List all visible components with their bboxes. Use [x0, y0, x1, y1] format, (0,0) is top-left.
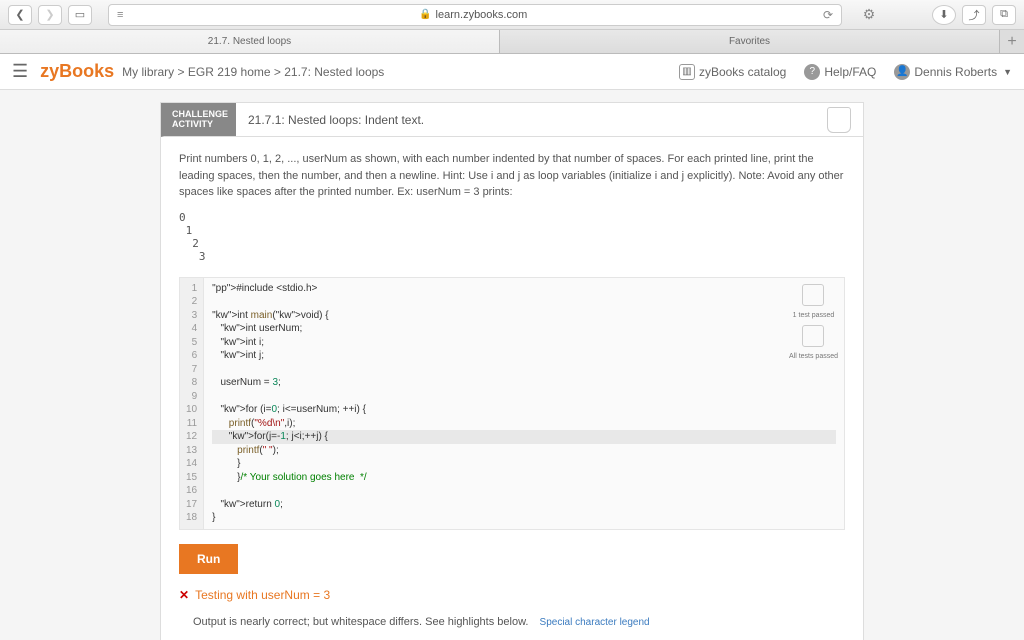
url-text: learn.zybooks.com — [436, 9, 528, 21]
share-icon[interactable]: ⤴ — [962, 5, 986, 25]
output-message: Output is nearly correct; but whitespace… — [179, 616, 845, 628]
tab-nested-loops[interactable]: 21.7. Nested loops — [0, 30, 500, 53]
tab-strip: 21.7. Nested loops Favorites + — [0, 30, 1024, 54]
badge-one-test — [802, 284, 824, 306]
run-button[interactable]: Run — [179, 544, 238, 574]
code-editor[interactable]: 123456789101112131415161718 "pp">#includ… — [179, 277, 845, 530]
catalog-link[interactable]: ▥zyBooks catalog — [679, 64, 786, 80]
new-tab-button[interactable]: + — [1000, 30, 1024, 53]
legend-link[interactable]: Special character legend — [540, 617, 650, 628]
forward-button[interactable]: ❯ — [38, 5, 62, 25]
tabs-icon[interactable]: ⧉ — [992, 5, 1016, 25]
content-area: CHALLENGE ACTIVITY 21.7.1: Nested loops:… — [0, 90, 1024, 640]
activity-title: 21.7.1: Nested loops: Indent text. — [236, 103, 424, 136]
chevron-down-icon: ▼ — [1003, 67, 1012, 77]
url-bar[interactable]: ≡ 🔒 learn.zybooks.com ⟳ — [108, 4, 842, 26]
user-icon: 👤 — [894, 64, 910, 80]
prompt-text: Print numbers 0, 1, 2, ..., userNum as s… — [179, 151, 845, 201]
code-text[interactable]: "pp">#include <stdio.h> "kw">int main("k… — [204, 278, 844, 529]
refresh-icon[interactable]: ⟳ — [823, 8, 833, 22]
menu-icon[interactable]: ☰ — [12, 61, 28, 82]
help-icon: ? — [804, 64, 820, 80]
catalog-icon: ▥ — [679, 64, 695, 80]
app-header: ☰ zyBooks My library > EGR 219 home > 21… — [0, 54, 1024, 90]
reader-icon: ≡ — [117, 9, 123, 21]
test-badges: 1 test passed All tests passed — [789, 284, 838, 361]
line-gutter: 123456789101112131415161718 — [180, 278, 204, 529]
activity-header: CHALLENGE ACTIVITY 21.7.1: Nested loops:… — [161, 103, 863, 137]
logo[interactable]: zyBooks — [40, 61, 114, 82]
bookmark-icon[interactable] — [827, 107, 851, 133]
back-button[interactable]: ❮ — [8, 5, 32, 25]
settings-icon[interactable]: ⚙ — [858, 4, 880, 26]
badge-all-tests-label: All tests passed — [789, 353, 838, 361]
challenge-label: CHALLENGE ACTIVITY — [164, 103, 236, 136]
test-result-text: Testing with userNum = 3 — [195, 588, 330, 602]
download-icon[interactable]: ⬇ — [932, 5, 956, 25]
activity-box: CHALLENGE ACTIVITY 21.7.1: Nested loops:… — [160, 102, 864, 640]
example-output: 0 1 2 3 — [179, 211, 845, 263]
badge-one-test-label: 1 test passed — [793, 312, 835, 320]
activity-body: Print numbers 0, 1, 2, ..., userNum as s… — [161, 137, 863, 640]
tab-favorites[interactable]: Favorites — [500, 30, 1000, 53]
badge-all-tests — [802, 325, 824, 347]
browser-toolbar: ❮ ❯ ▭ ≡ 🔒 learn.zybooks.com ⟳ ⚙ ⬇ ⤴ ⧉ — [0, 0, 1024, 30]
lock-icon: 🔒 — [419, 9, 431, 20]
test-result: ✕ Testing with userNum = 3 — [179, 588, 845, 602]
help-link[interactable]: ?Help/FAQ — [804, 64, 876, 80]
user-menu[interactable]: 👤Dennis Roberts▼ — [894, 64, 1012, 80]
breadcrumb[interactable]: My library > EGR 219 home > 21.7: Nested… — [122, 65, 384, 79]
sidebar-button[interactable]: ▭ — [68, 5, 92, 25]
fail-icon: ✕ — [179, 588, 189, 602]
